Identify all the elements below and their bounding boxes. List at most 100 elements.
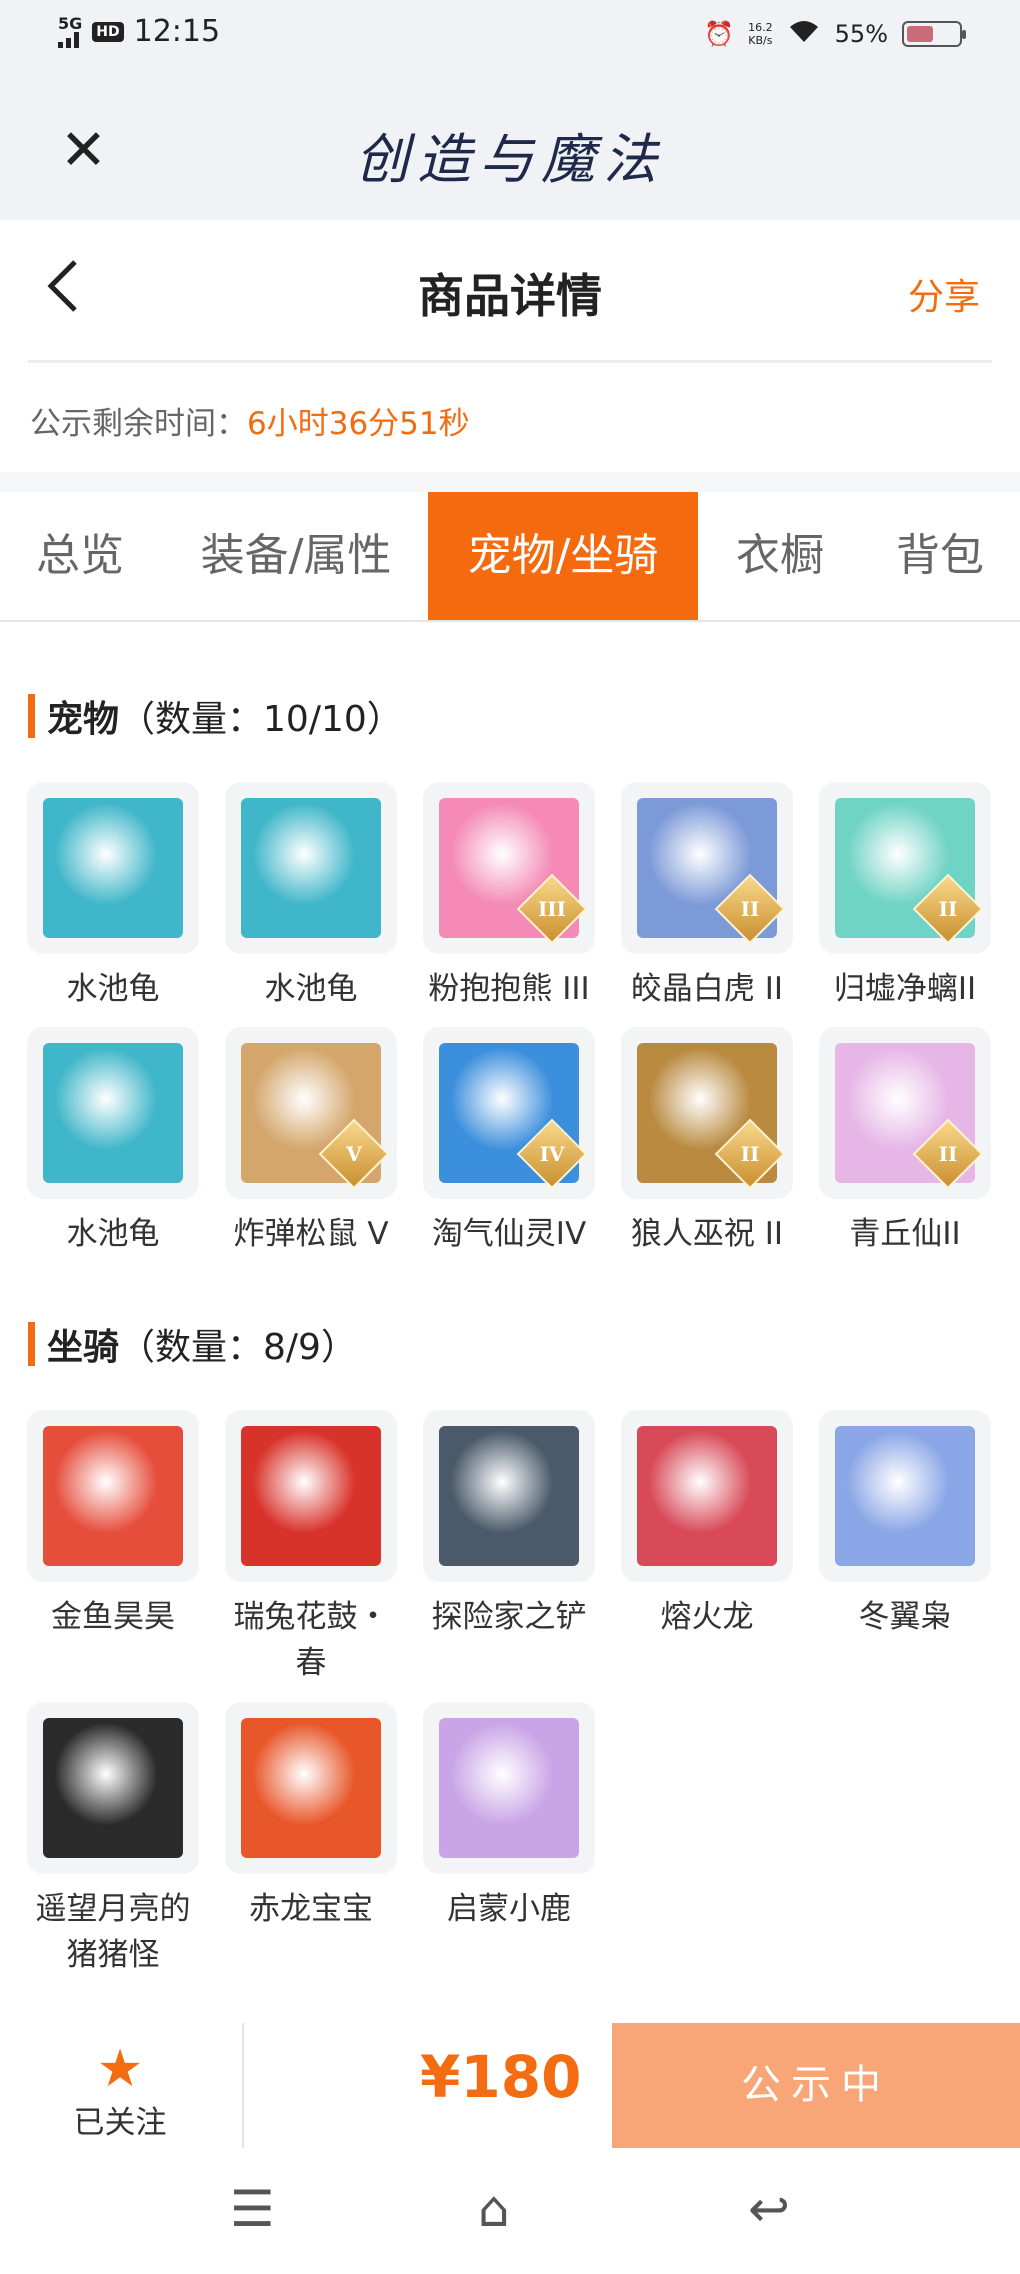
- item-name: 淘气仙灵IV: [431, 1216, 587, 1252]
- signal-icon: 5G: [58, 15, 82, 48]
- item-tile: [225, 1702, 397, 1874]
- pet-card[interactable]: II 归墟净螭II: [810, 782, 1000, 1012]
- mount-card[interactable]: 赤龙宝宝: [216, 1702, 406, 1932]
- goldfish-icon: [43, 1426, 183, 1566]
- item-name: 粉抱抱熊 III: [428, 971, 590, 1007]
- clock-time: 12:15: [133, 14, 221, 49]
- item-name: 狼人巫祝 II: [630, 1216, 784, 1252]
- item-tile: II: [621, 782, 793, 954]
- mount-card[interactable]: 瑞兔花鼓・春: [216, 1410, 406, 1686]
- item-name: 水池龟: [66, 971, 160, 1007]
- pets-section-title: 宠物 （数量：10/10）: [28, 690, 403, 742]
- alarm-icon: ⏰: [704, 20, 735, 48]
- item-name: 瑞兔花鼓・春: [233, 1599, 389, 1681]
- item-name: 赤龙宝宝: [249, 1891, 373, 1927]
- pig-icon: [43, 1718, 183, 1858]
- shovel-icon: [439, 1426, 579, 1566]
- level-badge-text: II: [740, 897, 760, 921]
- home-icon[interactable]: ⌂: [478, 2180, 510, 2238]
- battery-percent: 55%: [834, 20, 888, 48]
- owl-icon: [835, 1426, 975, 1566]
- follow-label: 已关注: [73, 2105, 167, 2141]
- pet-card[interactable]: V 炸弹松鼠 V: [216, 1027, 406, 1257]
- item-tile: IV: [423, 1027, 595, 1199]
- pet-card[interactable]: IV 淘气仙灵IV: [414, 1027, 604, 1257]
- level-badge-text: V: [346, 1142, 362, 1166]
- item-tile: [423, 1702, 595, 1874]
- item-name: 遥望月亮的猪猪怪: [35, 1891, 191, 1973]
- item-name: 熔火龙: [660, 1599, 754, 1635]
- level-badge-text: II: [740, 1142, 760, 1166]
- level-badge-text: IV: [539, 1142, 565, 1166]
- item-name: 皎晶白虎 II: [630, 971, 784, 1007]
- divider: [242, 2023, 244, 2148]
- item-name: 归墟净螭II: [833, 971, 977, 1007]
- tab-overview[interactable]: 总览: [0, 492, 160, 620]
- pet-card[interactable]: II 青丘仙II: [810, 1027, 1000, 1257]
- pet-card[interactable]: II 狼人巫祝 II: [612, 1027, 802, 1257]
- battery-icon: [902, 21, 966, 47]
- item-tile: [27, 1410, 199, 1582]
- pet-card[interactable]: 水池龟: [216, 782, 406, 1012]
- share-button[interactable]: 分享: [908, 268, 980, 320]
- product-detail-page: 商品详情 分享 公示剩余时间：6小时36分51秒 总览 装备/属性 宠物/坐骑 …: [0, 220, 1020, 2015]
- section-gap: [0, 472, 1020, 492]
- hd-icon: HD: [92, 21, 124, 42]
- mount-card[interactable]: 熔火龙: [612, 1410, 802, 1640]
- tab-bar: 总览 装备/属性 宠物/坐骑 衣橱 背包: [0, 492, 1020, 622]
- menu-icon[interactable]: ☰: [230, 2180, 275, 2238]
- item-tile: [27, 782, 199, 954]
- item-tile: II: [819, 1027, 991, 1199]
- page-title: 商品详情: [418, 269, 602, 323]
- turtle-icon: [241, 798, 381, 938]
- mount-card[interactable]: 启蒙小鹿: [414, 1702, 604, 1932]
- nav-bar: 商品详情 分享: [0, 220, 1020, 360]
- pet-card[interactable]: 水池龟: [18, 1027, 208, 1257]
- item-name: 探险家之铲: [431, 1599, 587, 1635]
- system-nav-bar: ☰ ⌂ ↩: [0, 2155, 1020, 2274]
- countdown-value: 6小时36分51秒: [247, 406, 470, 442]
- turtle-icon: [43, 798, 183, 938]
- pet-card[interactable]: 水池龟: [18, 782, 208, 1012]
- item-tile: II: [819, 782, 991, 954]
- follow-button[interactable]: ★ 已关注: [40, 2041, 200, 2142]
- lava-dragon-icon: [637, 1426, 777, 1566]
- item-tile: [819, 1410, 991, 1582]
- countdown-label: 公示剩余时间：: [30, 406, 247, 442]
- red-dragon-icon: [241, 1718, 381, 1858]
- pet-card[interactable]: III 粉抱抱熊 III: [414, 782, 604, 1012]
- mount-card[interactable]: 金鱼昊昊: [18, 1410, 208, 1640]
- item-name: 炸弹松鼠 V: [233, 1216, 389, 1252]
- item-tile: [423, 1410, 595, 1582]
- star-icon: ★: [96, 2039, 144, 2099]
- mount-card[interactable]: 遥望月亮的猪猪怪: [18, 1702, 208, 1978]
- status-bar: 5G HD 12:15 ⏰ 16.2 KB/s 55%: [0, 0, 1020, 75]
- tab-equipment[interactable]: 装备/属性: [168, 492, 424, 620]
- item-name: 水池龟: [66, 1216, 160, 1252]
- mounts-section-title: 坐骑 （数量：8/9）: [28, 1318, 357, 1370]
- network-speed: 16.2 KB/s: [748, 21, 773, 47]
- mount-card[interactable]: 探险家之铲: [414, 1410, 604, 1640]
- item-tile: [27, 1027, 199, 1199]
- tab-wardrobe[interactable]: 衣橱: [700, 492, 860, 620]
- app-title: 创造与魔法: [355, 128, 665, 191]
- item-tile: III: [423, 782, 595, 954]
- tab-backpack[interactable]: 背包: [860, 492, 1020, 620]
- pet-card[interactable]: II 皎晶白虎 II: [612, 782, 802, 1012]
- price: ¥180: [420, 2043, 582, 2111]
- item-name: 水池龟: [264, 971, 358, 1007]
- mount-card[interactable]: 冬翼枭: [810, 1410, 1000, 1640]
- item-tile: [225, 782, 397, 954]
- back-nav-icon[interactable]: ↩: [748, 2180, 790, 2238]
- item-tile: II: [621, 1027, 793, 1199]
- divider: [28, 360, 992, 363]
- item-name: 启蒙小鹿: [447, 1891, 571, 1927]
- tab-pets-mounts[interactable]: 宠物/坐骑: [428, 492, 698, 620]
- item-name: 冬翼枭: [858, 1599, 952, 1635]
- countdown: 公示剩余时间：6小时36分51秒: [30, 398, 470, 443]
- item-tile: [27, 1702, 199, 1874]
- level-badge-text: II: [938, 1142, 958, 1166]
- item-tile: V: [225, 1027, 397, 1199]
- item-tile: [225, 1410, 397, 1582]
- status-button[interactable]: 公示中: [612, 2023, 1020, 2148]
